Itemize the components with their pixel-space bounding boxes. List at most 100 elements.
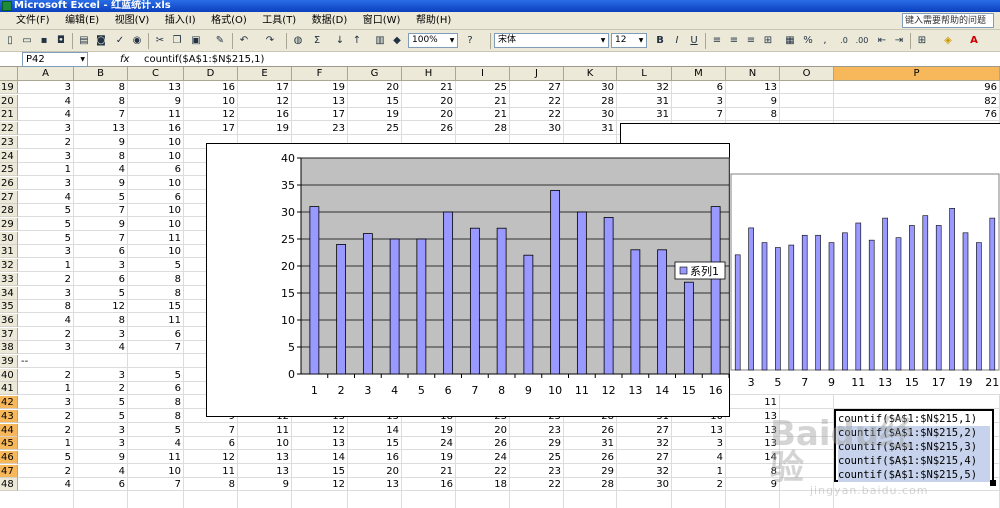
cell-k22[interactable]: 31 — [564, 122, 617, 135]
row-header-44[interactable]: 44 — [0, 423, 18, 437]
cell-b32[interactable]: 3 — [74, 259, 128, 272]
cell-a22[interactable]: 3 — [18, 122, 74, 135]
cell-f21[interactable]: 17 — [292, 108, 348, 121]
cell-g20[interactable]: 15 — [348, 95, 402, 108]
percent-button[interactable]: % — [800, 33, 816, 49]
cell-g21[interactable]: 19 — [348, 108, 402, 121]
drawing-icon[interactable]: ◆ — [389, 33, 405, 49]
cell-b28[interactable]: 7 — [74, 204, 128, 217]
cell-f22[interactable]: 23 — [292, 122, 348, 135]
cell-j48[interactable]: 22 — [510, 478, 564, 491]
cell-b19[interactable]: 8 — [74, 81, 128, 94]
cell-e22[interactable]: 19 — [238, 122, 292, 135]
cell-i21[interactable]: 21 — [456, 108, 510, 121]
cell-g47[interactable]: 20 — [348, 465, 402, 478]
cell-d22[interactable]: 17 — [184, 122, 238, 135]
cell-j21[interactable]: 22 — [510, 108, 564, 121]
align-left-icon[interactable]: ≡ — [709, 33, 725, 49]
column-header-o[interactable]: O — [780, 67, 834, 81]
cell-d44[interactable]: 7 — [184, 424, 238, 437]
currency-icon[interactable]: ▦ — [782, 33, 798, 49]
cell-a32[interactable]: 1 — [18, 259, 74, 272]
cell-g48[interactable]: 13 — [348, 478, 402, 491]
cell-e47[interactable]: 13 — [238, 465, 292, 478]
cell-d45[interactable]: 6 — [184, 437, 238, 450]
cell-a40[interactable]: 2 — [18, 369, 74, 382]
cell-a30[interactable]: 5 — [18, 232, 74, 245]
cell-d47[interactable]: 11 — [184, 465, 238, 478]
cell-b36[interactable]: 8 — [74, 314, 128, 327]
row-header-46[interactable]: 46 — [0, 450, 18, 464]
cell-a23[interactable]: 2 — [18, 136, 74, 149]
cell-b23[interactable]: 9 — [74, 136, 128, 149]
cell-e46[interactable]: 13 — [238, 451, 292, 464]
cell-m45[interactable]: 3 — [672, 437, 726, 450]
chart-1[interactable]: 0 5 10 15 20 25 30 35 40 1 2 3 4 5 6 7 8 9 10 11 12 13 14 15 16 系… — [206, 143, 730, 417]
cell-c32[interactable]: 5 — [128, 259, 184, 272]
cell-b20[interactable]: 8 — [74, 95, 128, 108]
cell-j44[interactable]: 23 — [510, 424, 564, 437]
cell-h47[interactable]: 21 — [402, 465, 456, 478]
chart-wizard-icon[interactable]: ▥ — [372, 33, 388, 49]
cell-p21[interactable]: 76 — [834, 108, 1000, 121]
print-icon[interactable]: ▤ — [76, 33, 92, 49]
sort-ascending-icon[interactable]: ↓ — [332, 33, 348, 49]
format-painter-icon[interactable]: ✎ — [212, 33, 228, 49]
menu-file[interactable]: 文件(F) — [10, 12, 56, 30]
row-header-38[interactable]: 38 — [0, 341, 18, 355]
row-header-47[interactable]: 47 — [0, 464, 18, 478]
worksheet-grid[interactable]: ABCDEFGHIJKLMNOP 19 3 8 13 16 17 19 20 21 25 27 30 3… — [0, 67, 1000, 508]
cell-g44[interactable]: 14 — [348, 424, 402, 437]
cell-a26[interactable]: 3 — [18, 177, 74, 190]
cell-d20[interactable]: 10 — [184, 95, 238, 108]
cell-b22[interactable]: 13 — [74, 122, 128, 135]
cell-c23[interactable]: 10 — [128, 136, 184, 149]
cell-c40[interactable]: 5 — [128, 369, 184, 382]
cell-j19[interactable]: 27 — [510, 81, 564, 94]
cell-c47[interactable]: 10 — [128, 465, 184, 478]
cell-a44[interactable]: 2 — [18, 424, 74, 437]
menu-format[interactable]: 格式(O) — [205, 12, 253, 30]
cell-h20[interactable]: 20 — [402, 95, 456, 108]
merge-center-icon[interactable]: ⊞ — [760, 33, 776, 49]
menu-view[interactable]: 视图(V) — [109, 12, 156, 30]
cell-b40[interactable]: 3 — [74, 369, 128, 382]
cell-d48[interactable]: 8 — [184, 478, 238, 491]
sort-descending-icon[interactable]: ↑ — [349, 33, 365, 49]
italic-button[interactable]: I — [669, 33, 685, 49]
cell-a41[interactable]: 1 — [18, 382, 74, 395]
borders-icon[interactable]: ⊞ — [914, 33, 930, 49]
cell-m48[interactable]: 2 — [672, 478, 726, 491]
cell-g22[interactable]: 25 — [348, 122, 402, 135]
cell-n20[interactable]: 9 — [726, 95, 780, 108]
cell-p19[interactable]: 96 — [834, 81, 1000, 94]
comma-button[interactable]: , — [817, 33, 833, 49]
cell-l46[interactable]: 27 — [617, 451, 672, 464]
cell-a19[interactable]: 3 — [18, 81, 74, 94]
cell-a37[interactable]: 2 — [18, 328, 74, 341]
cell-b26[interactable]: 9 — [74, 177, 128, 190]
cell-j46[interactable]: 25 — [510, 451, 564, 464]
formula-input[interactable]: countif($A$1:$N$215,1) — [144, 52, 264, 67]
cell-b25[interactable]: 4 — [74, 163, 128, 176]
new-file-icon[interactable]: ▯ — [2, 33, 18, 49]
cell-m46[interactable]: 4 — [672, 451, 726, 464]
research-icon[interactable]: ◉ — [129, 33, 145, 49]
cell-b41[interactable]: 2 — [74, 382, 128, 395]
cell-e20[interactable]: 12 — [238, 95, 292, 108]
row-header-24[interactable]: 24 — [0, 149, 18, 163]
cell-c41[interactable]: 6 — [128, 382, 184, 395]
row-header-22[interactable]: 22 — [0, 122, 18, 136]
row-header-48[interactable]: 48 — [0, 478, 18, 492]
row-header-43[interactable]: 43 — [0, 409, 18, 423]
cell-a43[interactable]: 2 — [18, 410, 74, 423]
help-search-input[interactable]: 键入需要帮助的问题 — [902, 13, 994, 28]
cell-a38[interactable]: 3 — [18, 341, 74, 354]
cell-a25[interactable]: 1 — [18, 163, 74, 176]
row-header-26[interactable]: 26 — [0, 176, 18, 190]
cell-a36[interactable]: 4 — [18, 314, 74, 327]
cell-l44[interactable]: 27 — [617, 424, 672, 437]
cell-m21[interactable]: 7 — [672, 108, 726, 121]
row-header-45[interactable]: 45 — [0, 437, 18, 451]
cell-e45[interactable]: 10 — [238, 437, 292, 450]
